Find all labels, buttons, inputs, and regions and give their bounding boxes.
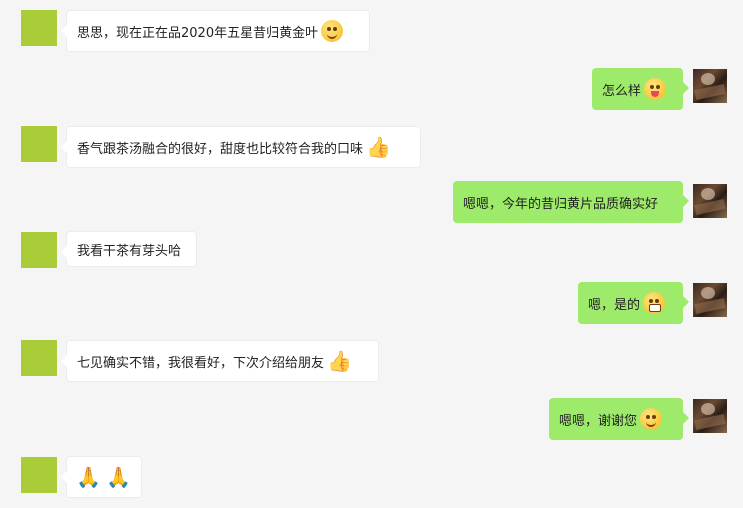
- avatar[interactable]: [21, 126, 57, 162]
- message-text: 香气跟茶汤融合的很好，甜度也比较符合我的口味: [77, 141, 364, 157]
- thumbs-up-icon: 👍: [327, 349, 352, 373]
- message-text: 怎么样: [602, 83, 642, 99]
- avatar[interactable]: [21, 340, 57, 376]
- clap-hands-icon: 🙏: [76, 465, 101, 489]
- message-bubble-received[interactable]: 我看干茶有芽头哈: [61, 231, 197, 267]
- message-text: 嗯嗯，谢谢您: [559, 413, 638, 429]
- message-bubble-received[interactable]: 思思，现在正在品2020年五星昔归黄金叶: [61, 10, 370, 52]
- message-text: 思思，现在正在品2020年五星昔归黄金叶: [77, 25, 319, 41]
- message-bubble-received[interactable]: 🙏 🙏: [61, 456, 142, 498]
- message-bubble-sent[interactable]: 嗯，是的: [578, 282, 689, 324]
- avatar[interactable]: [693, 184, 727, 218]
- thinking-face-icon: [321, 20, 344, 42]
- message-bubble-received[interactable]: 七见确实不错，我很看好，下次介绍给朋友 👍: [61, 340, 379, 382]
- avatar[interactable]: [693, 283, 727, 317]
- message-text: 嗯，是的: [588, 297, 641, 313]
- message-bubble-received[interactable]: 香气跟茶汤融合的很好，甜度也比较符合我的口味 👍: [61, 126, 421, 168]
- avatar[interactable]: [21, 232, 57, 268]
- message-text: 我看干茶有芽头哈: [77, 243, 182, 259]
- avatar[interactable]: [693, 69, 727, 103]
- grin-face-icon: [643, 292, 666, 314]
- avatar[interactable]: [21, 10, 57, 46]
- message-bubble-sent[interactable]: 怎么样: [592, 68, 689, 110]
- message-bubble-sent[interactable]: 嗯嗯，谢谢您: [549, 398, 689, 440]
- message-text: 嗯嗯，今年的昔归黄片品质确实好: [463, 196, 659, 212]
- avatar[interactable]: [693, 399, 727, 433]
- clap-hands-icon: 🙏: [106, 465, 131, 489]
- avatar[interactable]: [21, 457, 57, 493]
- thumbs-up-icon: 👍: [366, 135, 391, 159]
- message-text: 七见确实不错，我很看好，下次介绍给朋友: [77, 355, 325, 371]
- message-bubble-sent[interactable]: 嗯嗯，今年的昔归黄片品质确实好: [453, 181, 689, 223]
- crazy-face-icon: [644, 78, 667, 100]
- smile-face-icon: [640, 408, 663, 430]
